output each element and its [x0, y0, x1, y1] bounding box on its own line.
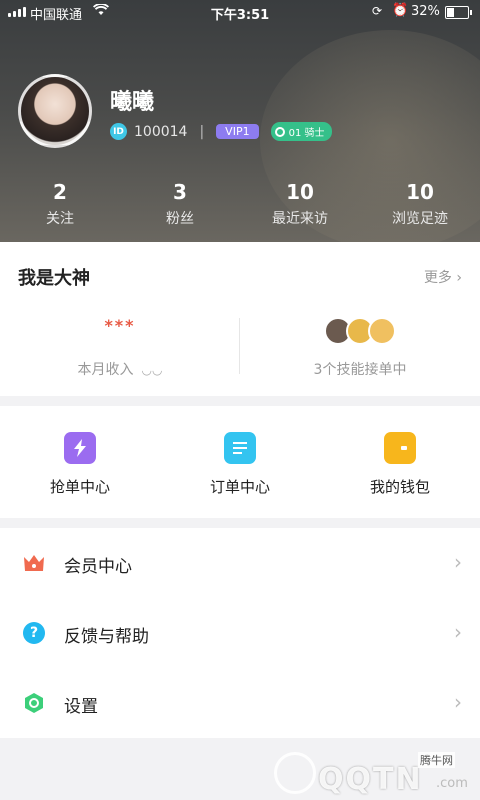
skills-label: 3个技能接单中 — [313, 362, 407, 378]
wallet-icon — [384, 432, 416, 464]
menu-item-membership[interactable]: 会员中心 › — [0, 528, 480, 598]
menu-list: 会员中心 › ? 反馈与帮助 › 设置 › — [0, 528, 480, 738]
skills-area[interactable]: 3个技能接单中 — [240, 359, 480, 379]
id-row: ID 100014 | VIP1 01 骑士 — [110, 122, 333, 141]
god-section: 我是大神 更多 › *** 本月收入 ◡◡ 3个技能接单中 — [0, 242, 480, 396]
eye-closed-icon[interactable]: ◡◡ — [142, 363, 163, 377]
battery-percent: 32% — [411, 4, 440, 19]
watermark-brand: QQTN — [318, 762, 423, 797]
stat-fans[interactable]: 3 粉丝 — [120, 180, 240, 228]
list-icon — [224, 432, 256, 464]
lightning-icon — [64, 432, 96, 464]
stat-label: 浏览足迹 — [392, 211, 448, 227]
status-bar: 中国联通 下午3:51 ⟳ ⏰ 32% — [0, 0, 480, 24]
shortcut-label: 我的钱包 — [369, 478, 430, 496]
knight-icon — [274, 126, 285, 137]
grab-order-center[interactable]: 抢单中心 — [0, 406, 160, 518]
rotation-lock-icon: ⟳ — [372, 4, 383, 18]
help-icon: ? — [23, 622, 45, 644]
chevron-right-icon: › — [454, 620, 462, 644]
my-wallet[interactable]: 我的钱包 — [320, 406, 480, 518]
shortcuts-row: 抢单中心 订单中心 我的钱包 — [0, 406, 480, 518]
avatar[interactable] — [18, 74, 92, 148]
watermark-brand-cn: 腾牛网 — [418, 752, 455, 768]
stat-value: 10 — [406, 180, 434, 204]
shortcut-label: 订单中心 — [209, 478, 270, 496]
id-separator: | — [199, 123, 205, 140]
menu-item-feedback[interactable]: ? 反馈与帮助 › — [0, 598, 480, 668]
income-area[interactable]: 本月收入 ◡◡ — [0, 359, 240, 379]
stat-label: 关注 — [46, 211, 74, 227]
income-value: *** — [104, 316, 136, 335]
stat-recent-visitors[interactable]: 10 最近来访 — [240, 180, 360, 228]
stat-value: 2 — [53, 180, 67, 204]
id-icon: ID — [110, 123, 127, 140]
shortcut-label: 抢单中心 — [49, 478, 110, 496]
settings-icon — [23, 692, 45, 714]
more-label: 更多 — [423, 270, 452, 286]
knight-badge[interactable]: 01 骑士 — [270, 122, 333, 141]
username: 曦曦 — [110, 90, 155, 115]
section-title: 我是大神 — [18, 268, 90, 289]
watermark-domain: .com — [436, 776, 468, 791]
profile-header: 中国联通 下午3:51 ⟳ ⏰ 32% 曦曦 ID 100014 | VIP1 … — [0, 0, 480, 242]
stat-value: 10 — [286, 180, 314, 204]
chevron-right-icon: › — [456, 270, 462, 286]
knight-label: 01 骑士 — [288, 128, 325, 139]
menu-label: 设置 — [64, 697, 98, 717]
watermark-logo-icon — [274, 752, 316, 794]
stats-row: 2 关注 3 粉丝 10 最近来访 10 浏览足迹 — [0, 180, 480, 228]
user-id: 100014 — [134, 123, 188, 140]
alarm-icon: ⏰ — [392, 3, 409, 18]
stat-value: 3 — [173, 180, 187, 204]
vip-badge[interactable]: VIP1 — [216, 124, 259, 139]
skill-icons[interactable] — [324, 316, 396, 346]
chevron-right-icon: › — [454, 550, 462, 574]
stat-label: 粉丝 — [166, 211, 194, 227]
menu-item-settings[interactable]: 设置 › — [0, 668, 480, 738]
order-center[interactable]: 订单中心 — [160, 406, 320, 518]
income-label: 本月收入 — [77, 362, 134, 378]
chevron-right-icon: › — [454, 690, 462, 714]
more-link[interactable]: 更多 › — [424, 267, 462, 287]
crown-icon — [23, 552, 45, 574]
stat-following[interactable]: 2 关注 — [0, 180, 120, 228]
menu-label: 反馈与帮助 — [64, 627, 149, 647]
menu-label: 会员中心 — [64, 557, 132, 577]
watermark: QQTN 腾牛网 .com — [268, 748, 478, 798]
battery-icon — [445, 6, 472, 19]
stat-label: 最近来访 — [272, 211, 328, 227]
skill-crown-icon — [368, 317, 396, 345]
stat-browse-history[interactable]: 10 浏览足迹 — [360, 180, 480, 228]
